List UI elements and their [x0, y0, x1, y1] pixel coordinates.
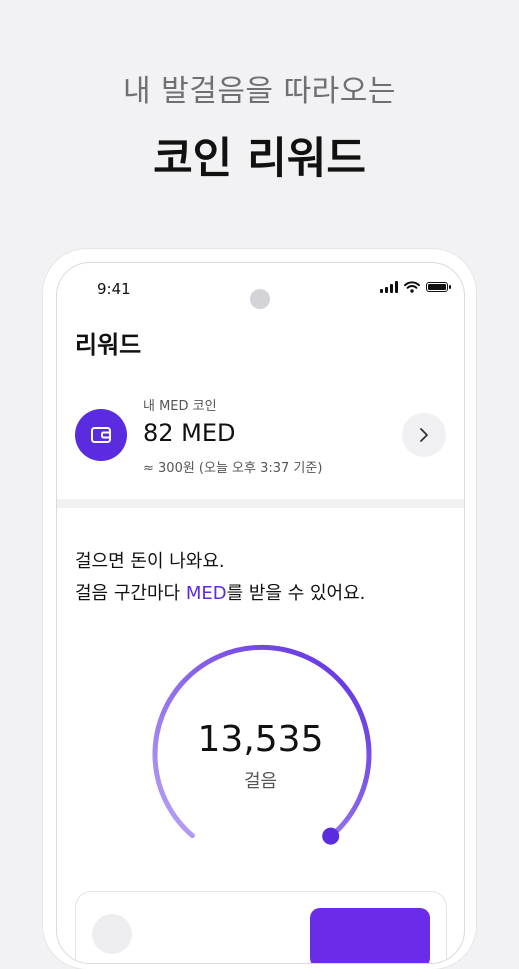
step-unit: 걸음 [243, 771, 278, 792]
description-prefix: 걸음 구간마다 [75, 583, 186, 604]
promo-title: 코인 리워드 [153, 134, 366, 184]
wifi-icon [404, 281, 420, 293]
coin-card[interactable]: 내 MED 코인 82 MED ≈ 300원 (오늘 오후 3:37 기준) [57, 373, 464, 499]
battery-icon [426, 282, 451, 292]
gauge-endpoint [322, 827, 340, 845]
signal-icon [380, 281, 398, 293]
description-line-1: 걸으면 돈이 나와요. [75, 551, 225, 572]
status-icons [380, 281, 451, 293]
status-time: 9:41 [97, 280, 131, 298]
coin-caption: 내 MED 코인 [143, 399, 217, 414]
coin-detail-button[interactable] [402, 413, 446, 457]
bottom-card-icon [92, 914, 132, 954]
description-line-2: 걸음 구간마다 MED를 받을 수 있어요. [75, 579, 365, 605]
step-gauge [152, 644, 372, 845]
status-bar: 9:41 [57, 263, 464, 313]
section-divider [57, 499, 464, 508]
wallet-icon [91, 427, 111, 443]
wallet-badge [75, 409, 127, 461]
coin-amount: 82 MED [143, 419, 236, 447]
phone-screen: 9:41 리워드 내 MED 코인 82 MED ≈ 300원 (오늘 오후 3… [56, 262, 465, 964]
step-count: 13,535 [197, 719, 324, 760]
chevron-right-icon [420, 428, 428, 442]
screen-title: 리워드 [75, 331, 142, 359]
promo-subtitle: 내 발걸음을 따라오는 [123, 74, 396, 109]
med-highlight: MED [185, 583, 227, 604]
coin-krw-estimate: ≈ 300원 (오늘 오후 3:37 기준) [143, 461, 323, 476]
bottom-card-button[interactable] [310, 908, 430, 963]
description-suffix: 를 받을 수 있어요. [226, 583, 366, 604]
camera-dot [250, 289, 270, 309]
bottom-card [75, 891, 447, 963]
